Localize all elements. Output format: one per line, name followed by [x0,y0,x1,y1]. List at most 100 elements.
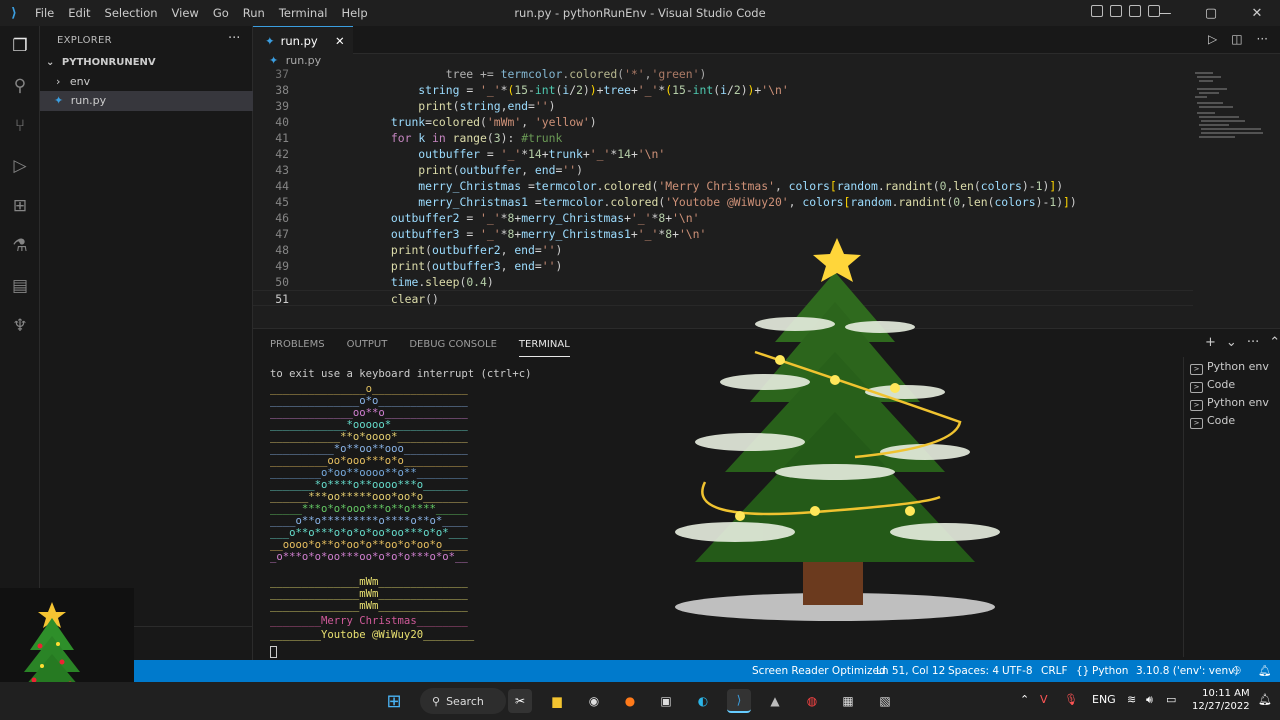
status-indentation[interactable]: Spaces: 4 [948,660,999,682]
toggle-panel-icon[interactable] [1110,5,1122,17]
testing-icon[interactable]: ⚗ [8,234,32,258]
trunk-line: ______________mWm______________ [270,600,468,612]
split-editor-icon[interactable]: ◫ [1231,32,1242,46]
code-line: 45 merry_Christmas1 =termcolor.colored('… [275,195,1077,209]
remote-explorer-icon[interactable]: ▤ [8,274,32,298]
chevron-down-icon: ⌄ [46,57,55,68]
volume-icon[interactable]: 🔊︎ [1146,693,1153,707]
status-encoding[interactable]: UTF-8 [1002,660,1033,682]
chevron-right-icon: › [56,75,61,88]
more-actions-icon[interactable]: ··· [1257,32,1268,46]
code-line: 46 outbuffer2 = '_'*8+merry_Christmas+'_… [275,211,700,225]
file-run-py[interactable]: ✦ run.py [40,91,253,111]
menu-file[interactable]: File [28,6,61,20]
menu-selection[interactable]: Selection [98,6,165,20]
status-interpreter[interactable]: 3.10.8 ('env': venv) [1136,660,1238,682]
chrome-icon[interactable]: ◍ [800,689,824,713]
snipping-tool-icon[interactable]: ▦ [836,689,860,713]
status-language[interactable]: Python [1092,660,1128,682]
status-eol[interactable]: CRLF [1041,660,1068,682]
code-line: 43 print(outbuffer, end='') [275,163,583,177]
tree-line: _o***o*o*oo***oo*o*o*o***o*o*__ [270,551,468,563]
microphone-icon[interactable]: 🎙︎ [1064,693,1078,706]
terminal-item[interactable]: > Code [1190,376,1235,394]
tab-terminal[interactable]: TERMINAL [518,339,570,357]
folder-root[interactable]: ⌄ PYTHONRUNENV [40,53,253,73]
notifications-icon[interactable]: 🔔︎ [1258,660,1271,682]
language-indicator[interactable]: ENG [1092,693,1116,706]
terminal-output[interactable]: to exit use a keyboard interrupt (ctrl+c… [270,366,830,666]
tree-line: ______________o*o______________ [270,395,468,407]
status-screen-reader[interactable]: Screen Reader Optimized [752,660,886,682]
obs-icon[interactable]: ◉ [582,689,606,713]
app-icon[interactable]: ▧ [873,689,897,713]
folder-env[interactable]: › env [40,72,253,92]
photos-icon[interactable]: ▲ [763,689,787,713]
search-icon[interactable]: ⚲ [8,74,32,98]
menu-edit[interactable]: Edit [61,6,97,20]
extensions-icon[interactable]: ⊞ [8,194,32,218]
tree-line: _____***o*o*ooo***o**o****_____ [270,503,468,515]
edge-icon[interactable]: ◐ [691,689,715,713]
antivirus-icon[interactable]: V [1040,693,1048,706]
battery-icon[interactable]: ▭ [1166,693,1176,706]
source-control-icon[interactable]: ⑂ [8,114,32,138]
code-line: 39 print(string,end='') [275,99,556,113]
menu-run[interactable]: Run [236,6,272,20]
firefox-icon[interactable]: ● [618,689,642,713]
more-actions-icon[interactable]: ··· [228,31,240,46]
maximize-button[interactable]: ▢ [1188,0,1234,26]
terminal-icon: > [1190,418,1203,429]
toggle-secondary-sidebar-icon[interactable] [1129,5,1141,17]
tab-debug-console[interactable]: DEBUG CONSOLE [409,339,497,357]
new-terminal-icon[interactable]: + [1205,335,1216,350]
python-icon[interactable]: ♆ [8,314,32,338]
explorer-icon[interactable]: ❐ [8,34,32,58]
tab-output[interactable]: OUTPUT [347,339,388,357]
close-window-button[interactable]: ✕ [1234,0,1280,26]
notifications-icon[interactable]: 🔔︎ [1258,693,1272,706]
braces-icon[interactable]: {} [1076,660,1089,682]
close-tab-icon[interactable]: ✕ [335,34,345,48]
minimize-button[interactable]: — [1142,0,1188,26]
run-debug-icon[interactable]: ▷ [8,154,32,178]
terminal-item[interactable]: > Python env [1190,358,1269,376]
maximize-panel-icon[interactable]: ⌃ [1269,335,1280,350]
tree-line: _____________oo**o_____________ [270,407,468,419]
status-cursor-position[interactable]: Ln 51, Col 12 [876,660,945,682]
activity-bar: ❐ ⚲ ⑂ ▷ ⊞ ⚗ ▤ ♆ [0,26,40,660]
tab-problems[interactable]: PROBLEMS [270,339,325,357]
run-file-icon[interactable]: ▷ [1208,32,1217,46]
feedback-icon[interactable]: ⚇ [1232,660,1241,682]
trunk-line: ______________mWm______________ [270,588,468,600]
menu-help[interactable]: Help [334,6,374,20]
menu-go[interactable]: Go [206,6,236,20]
terminal-item[interactable]: > Code [1190,412,1235,430]
taskbar-search[interactable]: ⚲ Search [420,688,506,714]
code-line: 41 for k in range(3): #trunk [275,131,563,145]
windows-start-icon[interactable]: ⊞ [382,689,406,713]
terminal-item[interactable]: > Python env [1190,394,1269,412]
file-explorer-icon[interactable]: ▆ [545,689,569,713]
python-file-icon: ✦ [54,94,64,107]
store-icon[interactable]: ▣ [654,689,678,713]
wifi-icon[interactable]: ≋ [1127,693,1136,706]
show-hidden-icons[interactable]: ⌃ [1020,693,1029,706]
tab-run-py[interactable]: ✦ run.py ✕ [253,26,353,54]
chevron-down-icon[interactable]: ⌄ [1226,335,1237,350]
more-actions-icon[interactable]: ··· [1247,335,1259,350]
windows-taskbar: ⊞ ⚲ Search ✂ ▆ ◉ ● ▣ ◐ ⟩ ▲ ◍ ▦ ▧ ⌃ V 🎙︎ E… [0,682,1280,720]
vscode-taskbar-icon[interactable]: ⟩ [727,689,751,713]
capcut-icon[interactable]: ✂ [508,689,532,713]
menu-terminal[interactable]: Terminal [272,6,335,20]
menu-view[interactable]: View [165,6,206,20]
terminal-icon: > [1190,400,1203,411]
python-file-icon: ✦ [265,33,275,48]
terminal-cursor [270,646,277,658]
minimap[interactable] [1193,66,1268,266]
code-line: 44 merry_Christmas =termcolor.colored('M… [275,179,1064,193]
taskbar-clock[interactable]: 10:11 AM 12/27/2022 [1192,687,1250,713]
merry-christmas-line: ________Merry Christmas________ [270,615,468,627]
toggle-sidebar-icon[interactable] [1091,5,1103,17]
terminal-list: > Python env > Code > Python env > Code [1183,357,1280,657]
